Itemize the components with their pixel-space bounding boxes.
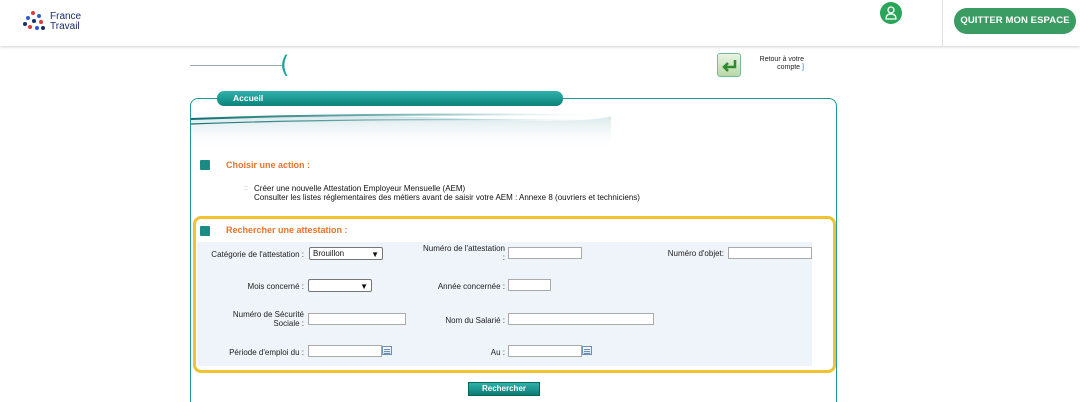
nss-input[interactable] — [308, 313, 406, 325]
annee-label: Année concernée : — [437, 282, 505, 291]
france-travail-logo[interactable]: France Travail — [23, 11, 93, 35]
return-to-account-link[interactable]: Retour à votre compte ] — [744, 56, 804, 72]
annee-input[interactable] — [508, 279, 551, 291]
mois-select[interactable]: ▼ — [308, 279, 372, 292]
numero-attestation-input[interactable] — [508, 247, 582, 259]
categorie-label: Catégorie de l'attestation : — [211, 250, 304, 259]
header-divider — [942, 0, 943, 46]
consult-lists-link[interactable]: Consulter les listes réglementaires des … — [254, 193, 640, 202]
create-aem-link[interactable]: Créer une nouvelle Attestation Employeur… — [254, 184, 465, 193]
nom-salarie-label: Nom du Salarié : — [445, 316, 505, 325]
return-button[interactable] — [717, 53, 741, 77]
categorie-select-value: Brouillon — [313, 249, 345, 258]
numero-objet-input[interactable] — [728, 247, 812, 259]
nss-label: Numéro de Sécurité Sociale : — [196, 310, 304, 328]
bullet-icon: :: — [244, 185, 248, 192]
periode-label: Période d'emploi du : — [229, 348, 304, 357]
decorative-line — [190, 65, 282, 66]
search-submit-button[interactable]: Rechercher — [468, 382, 540, 396]
calendar-icon[interactable] — [582, 346, 592, 355]
return-arrow-icon — [722, 60, 737, 72]
nss-label-line1: Numéro de Sécurité — [232, 310, 304, 319]
search-section-title: Rechercher une attestation : — [226, 225, 348, 235]
user-icon — [885, 6, 897, 20]
periode-end-input[interactable] — [508, 345, 582, 357]
periode-start-input[interactable] — [308, 345, 382, 357]
numero-attestation-label: Numéro de l'attestation : — [408, 244, 505, 262]
section-marker-icon — [200, 226, 210, 236]
decorative-bracket: ( — [280, 51, 290, 79]
numero-objet-label: Numéro d'objet: — [667, 249, 724, 258]
calendar-icon[interactable] — [382, 346, 392, 355]
user-account-button[interactable] — [880, 2, 902, 24]
numero-attestation-label-line1: Numéro de l'attestation — [422, 244, 505, 253]
quit-space-button[interactable]: QUITTER MON ESPACE — [954, 8, 1076, 34]
mois-label: Mois concerné : — [247, 282, 304, 291]
logo-text-line2: Travail — [50, 21, 80, 32]
categorie-select[interactable]: Brouillon ▼ — [309, 247, 383, 260]
chevron-down-icon: ▼ — [371, 250, 379, 259]
top-header: France Travail QUITTER MON ESPACE — [0, 0, 1080, 46]
nom-salarie-input[interactable] — [508, 313, 654, 325]
nss-label-line2: Sociale : — [273, 319, 304, 328]
return-bracket: ] — [802, 64, 804, 71]
actions-section-title: Choisir une action : — [226, 160, 311, 170]
return-text-line1: Retour à votre — [759, 56, 804, 63]
decorative-swoosh — [191, 113, 611, 150]
au-label: Au : — [490, 348, 505, 357]
section-marker-icon — [200, 160, 210, 170]
return-text-line2: compte — [777, 64, 801, 71]
numero-attestation-label-line2: : — [502, 253, 505, 262]
chevron-down-icon: ▼ — [360, 282, 368, 291]
tab-accueil[interactable]: Accueil — [217, 91, 563, 106]
logo-dots-icon — [23, 11, 45, 33]
